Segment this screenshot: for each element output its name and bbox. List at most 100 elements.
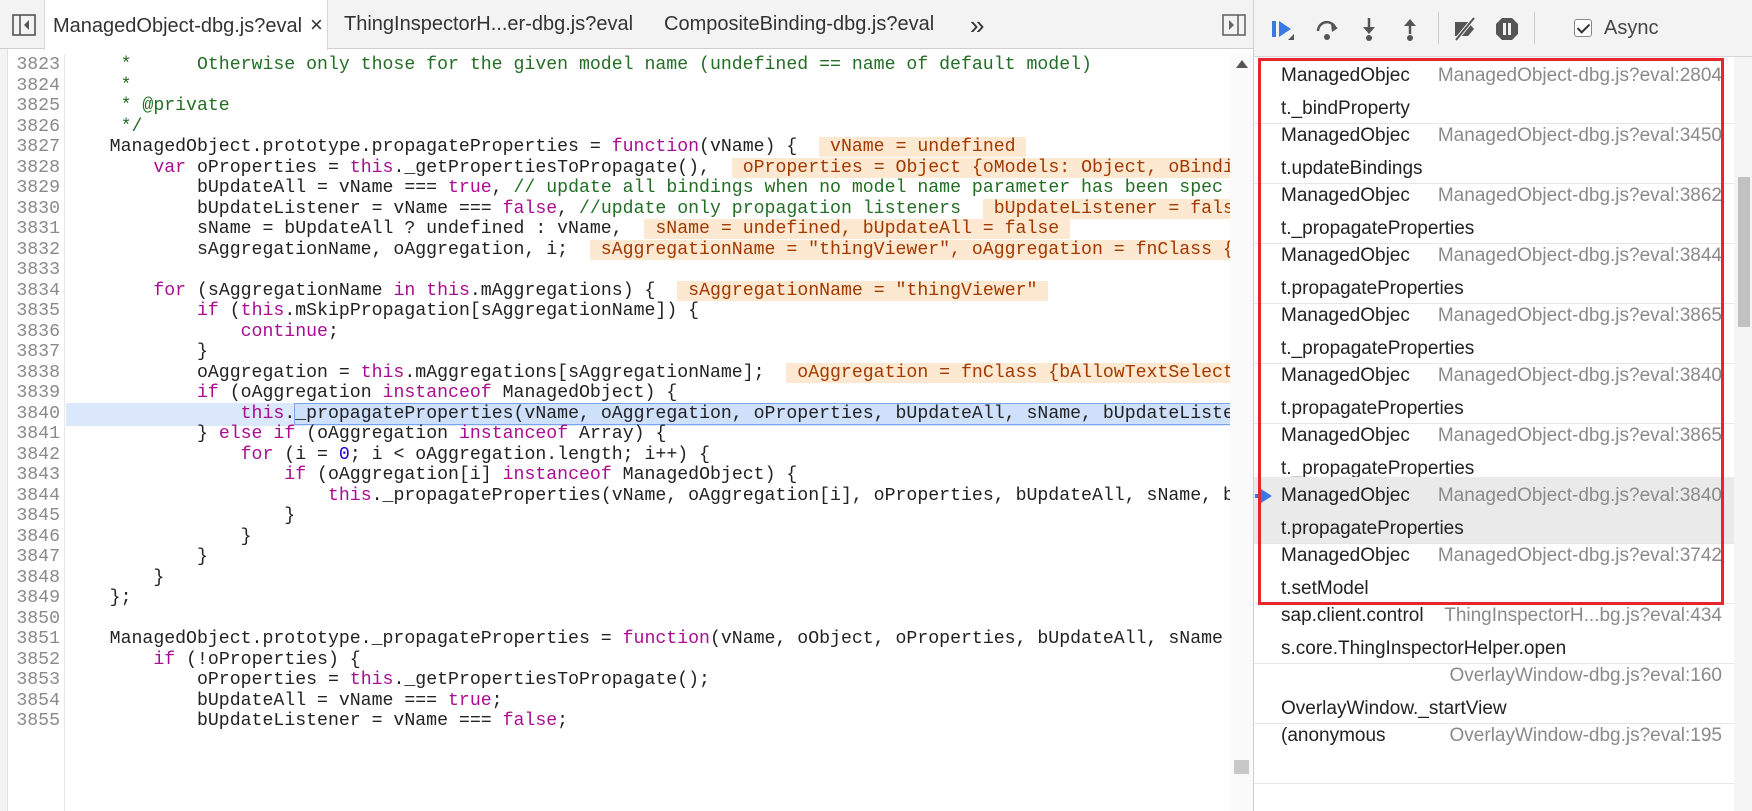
code-text: sName = bUpdateAll ? undefined : vName, … [66,219,1071,239]
call-frame[interactable]: sap.client.control ThingInspectorH...bg.j… [1254,597,1734,664]
code-text: bUpdateListener = vName === false, //upd… [66,198,1230,219]
frame-location-link[interactable]: ManagedObject-dbg.js?eval:3862 [1438,185,1722,207]
code-text: * @private [66,96,230,116]
close-tab-icon[interactable]: × [310,12,323,37]
frame-location-link[interactable]: ManagedObject-dbg.js?eval:3865 [1438,425,1722,447]
code-text: ManagedObject.prototype.propagatePropert… [66,137,1027,157]
line-number[interactable]: 3855 [8,710,60,733]
code-text: } [66,506,296,526]
frame-location-link[interactable]: ManagedObject-dbg.js?eval:3865 [1438,305,1722,327]
code-text: oAggregation = this.mAggregations[sAggre… [66,362,1230,383]
code-text: if (this.mSkipPropagation[sAggregationNa… [196,301,700,321]
frame-function-name: (anonymous [1281,725,1386,746]
debugger-toolbar: Async [1254,0,1752,57]
scrollbar-thumb[interactable] [1234,760,1249,774]
code-text: continue; [240,321,339,342]
code-text: } [66,342,208,362]
tab-label: CompositeBinding-dbg.js?eval [664,13,935,35]
code-text: this._propagateProperties(vName, oAggreg… [66,402,1230,425]
code-text: if (!oProperties) { [153,649,361,670]
call-frame[interactable]: OverlayWindow-dbg.js?eval:160 OverlayWind… [1254,657,1734,724]
left-collapsed-strip [0,49,8,811]
code-text: bUpdateAll = vName === true, // update a… [66,178,1223,198]
debugger-sidebar: Async ManagedObjec ManagedObject-dbg.js?e… [1253,0,1752,811]
frame-function-name: ManagedObjec [1281,125,1410,146]
toggle-navigator-icon[interactable] [12,14,36,36]
code-text: }; [66,588,132,608]
code-text: bUpdateListener = vName === false; [66,711,569,731]
code-text: bUpdateAll = vName === true; [66,690,503,711]
scroll-up-icon[interactable] [1236,60,1248,68]
code-text: if (oAggregation instanceof ManagedObjec… [196,383,678,403]
code-text: * [66,75,132,96]
call-frame[interactable]: ManagedObjec ManagedObject-dbg.js?eval:34… [1254,117,1734,184]
frame-location-link[interactable]: ManagedObject-dbg.js?eval:3840 [1438,485,1722,507]
code-text: */ [66,116,143,137]
frame-location-link[interactable]: ManagedObject-dbg.js?eval:3450 [1438,125,1722,147]
frame-function-name: ManagedObjec [1281,185,1410,206]
code-text: } [66,567,165,588]
frame-function-name: ManagedObjec [1281,305,1410,326]
current-frame-arrow-icon [1255,489,1272,503]
frame-location-link[interactable]: OverlayWindow-dbg.js?eval:160 [1450,665,1722,687]
pause-on-exceptions-icon[interactable] [1494,16,1520,42]
async-checkbox[interactable] [1574,19,1592,37]
call-frame[interactable]: ManagedObjec ManagedObject-dbg.js?eval:38… [1254,237,1734,304]
frame-location-link[interactable]: ManagedObject-dbg.js?eval:3840 [1438,365,1722,387]
code-text: } [66,526,252,547]
frame-function-name: ManagedObjec [1281,485,1410,506]
step-out-icon[interactable] [1397,16,1423,42]
code-text: this._propagateProperties(vName, oAggreg… [327,485,1230,506]
code-text: for (sAggregationName in this.mAggregati… [153,280,1049,301]
call-frame[interactable]: ManagedObjec ManagedObject-dbg.js?eval:38… [1254,477,1734,544]
call-frame[interactable]: ManagedObjec ManagedObject-dbg.js?eval:38… [1254,297,1734,364]
frame-function-name: ManagedObjec [1281,365,1410,386]
code-text: sAggregationName, oAggregation, i; sAggr… [66,239,1230,260]
toolbar-divider [1438,12,1439,44]
resume-icon[interactable] [1269,16,1295,42]
call-frame[interactable]: ManagedObjec ManagedObject-dbg.js?eval:37… [1254,537,1734,604]
tab-label: ThingInspectorH...er-dbg.js?eval [344,13,634,35]
frame-location-link[interactable]: ThingInspectorH...bg.js?eval:434 [1444,605,1722,627]
call-frame[interactable]: ManagedObjec ManagedObject-dbg.js?eval:38… [1254,177,1734,244]
call-frame[interactable]: ManagedObjec ManagedObject-dbg.js?eval:38… [1254,417,1734,484]
call-stack-scrollbar[interactable] [1734,57,1752,811]
frame-function-name: ManagedObjec [1281,545,1410,566]
code-text: if (oAggregation[i] instanceof ManagedOb… [284,465,798,485]
frame-location-link[interactable]: OverlayWindow-dbg.js?eval:195 [1450,725,1722,747]
code-text: * Otherwise only those for the given mod… [66,55,1092,75]
code-text: } [66,547,208,567]
deactivate-breakpoints-icon[interactable] [1452,16,1478,42]
call-stack-list: ManagedObjec ManagedObject-dbg.js?eval:28… [1254,57,1734,811]
tab-compositebinding[interactable]: CompositeBinding-dbg.js?eval [664,0,934,49]
tab-label: ManagedObject-dbg.js?eval [53,15,303,37]
code-view[interactable]: 3823 * Otherwise only those for the give… [8,54,1230,811]
async-label: Async [1604,17,1659,39]
frame-function-name: ManagedObjec [1281,65,1410,86]
frame-location-link[interactable]: ManagedObject-dbg.js?eval:3742 [1438,545,1722,567]
source-editor-pane: ManagedObject-dbg.js?eval × ThingInspecto… [0,0,1253,811]
toolbar-divider [1534,12,1535,44]
code-text: oProperties = this._getPropertiesToPropa… [66,670,710,690]
frame-function-name: sap.client.control [1281,605,1424,626]
toggle-debugger-icon[interactable] [1222,14,1246,36]
call-frame[interactable]: ManagedObjec ManagedObject-dbg.js?eval:28… [1254,57,1734,124]
code-text: for (i = 0; i < oAggregation.length; i++… [240,444,710,465]
frame-function-name: ManagedObjec [1281,425,1410,446]
scrollbar-thumb[interactable] [1738,177,1750,327]
code-text: } else if (oAggregation instanceof Array… [66,424,667,444]
call-frame[interactable]: (anonymous OverlayWindow-dbg.js?eval:195 [1254,717,1734,784]
more-tabs-icon[interactable]: » [970,10,984,41]
editor-scrollbar[interactable] [1230,54,1253,811]
step-into-icon[interactable] [1356,16,1382,42]
code-text: ManagedObject.prototype._propagateProper… [66,629,1223,649]
tab-thinginspectorhelper[interactable]: ThingInspectorH...er-dbg.js?eval [344,0,633,49]
step-over-icon[interactable] [1314,16,1340,42]
tab-managedobject[interactable]: ManagedObject-dbg.js?eval × [44,0,328,50]
code-line[interactable]: 3855 bUpdateListener = vName === false; [8,710,1230,733]
frame-location-link[interactable]: ManagedObject-dbg.js?eval:2804 [1438,65,1722,87]
call-frame[interactable]: ManagedObjec ManagedObject-dbg.js?eval:38… [1254,357,1734,424]
editor-tab-bar: ManagedObject-dbg.js?eval × ThingInspecto… [0,0,1253,50]
frame-function-name: ManagedObjec [1281,245,1410,266]
frame-location-link[interactable]: ManagedObject-dbg.js?eval:3844 [1438,245,1722,267]
